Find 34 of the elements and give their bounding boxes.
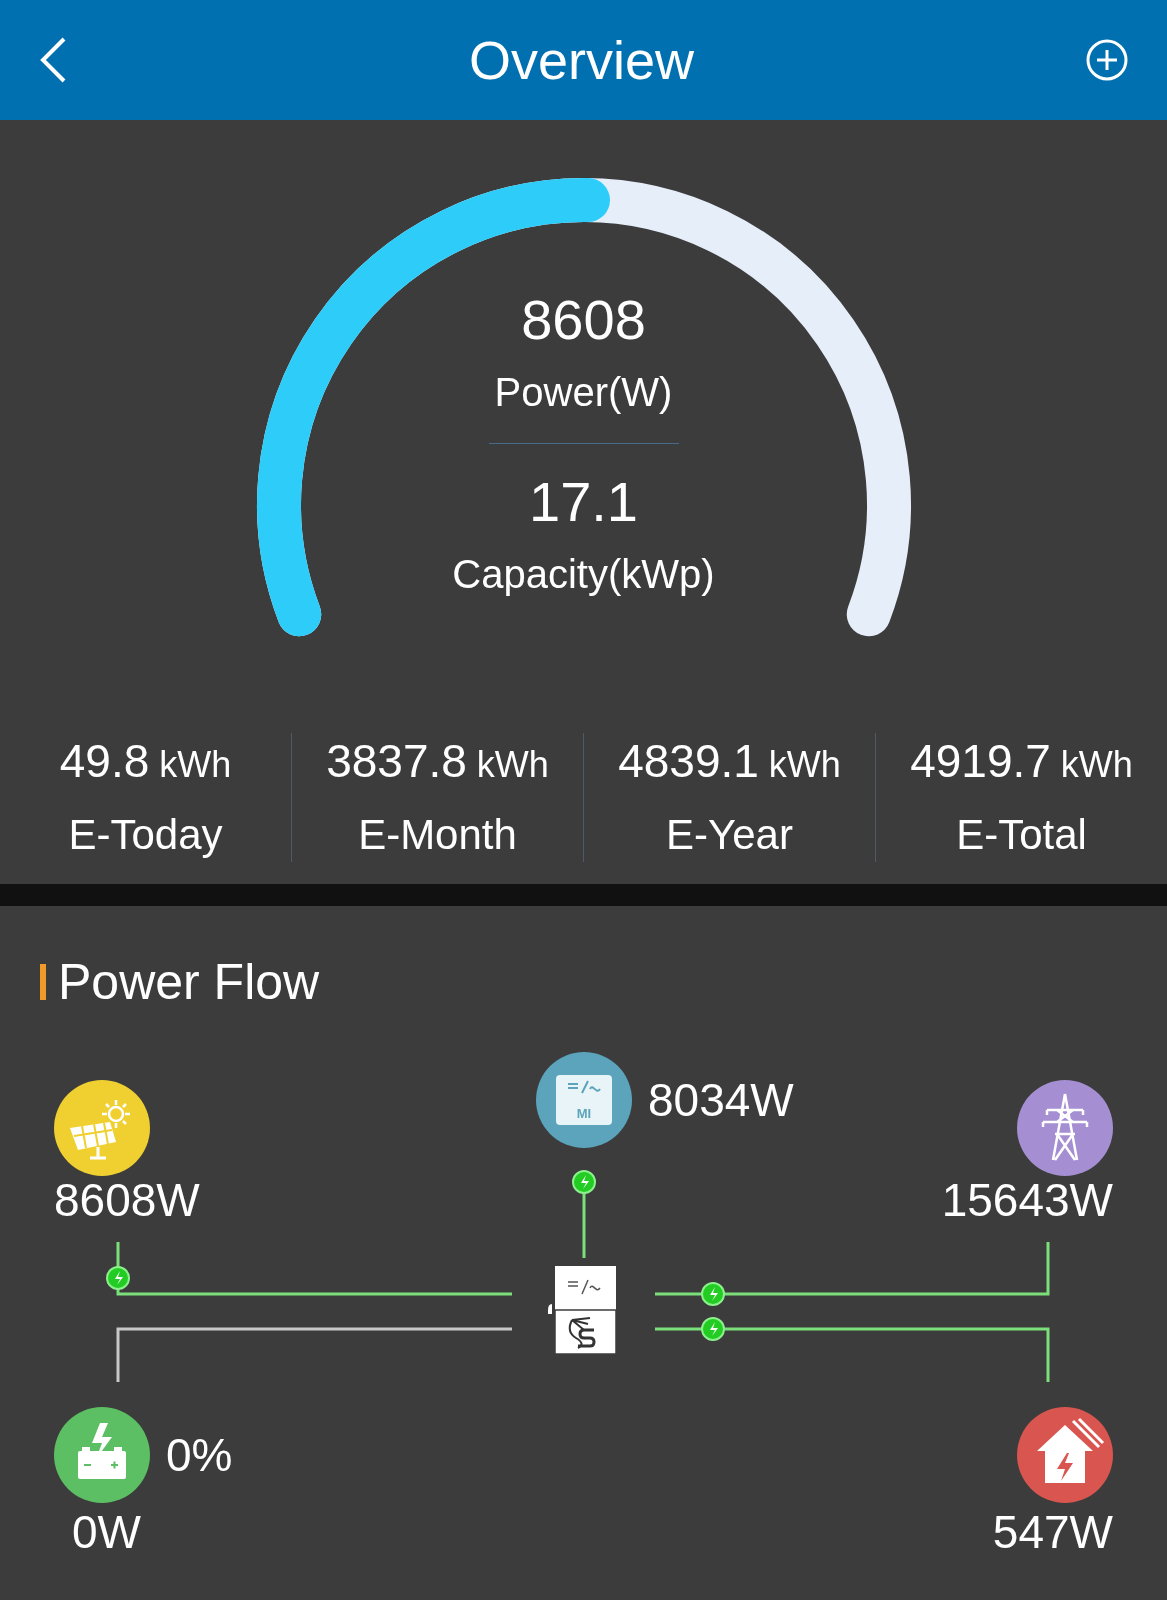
solar-panel-icon [54,1080,150,1176]
section-title: Power Flow [58,954,320,1010]
power-value: 8608 [521,287,646,353]
title-accent [40,964,46,1000]
power-reading: 8608W [54,1174,200,1226]
power-label: Power(W) [494,369,673,416]
add-button[interactable] [1085,38,1129,82]
power-reading: 8034W [648,1074,794,1126]
stat-label: E-Year [666,810,793,860]
battery-icon [54,1407,150,1503]
stat-unit: kWh [768,743,841,787]
stat-unit: kWh [159,743,232,787]
microinverter-label: MI [576,1107,592,1121]
hybrid-inverter-icon [548,1264,618,1356]
page-title: Overview [467,30,695,90]
power-reading: 15643W [940,1174,1113,1226]
stat-value: 3837.8 [326,734,467,789]
stat-label: E-Month [358,810,517,860]
capacity-label: Capacity(kWp) [452,551,715,598]
house-lightning-icon [1017,1407,1113,1503]
stat-value: 49.8 [59,734,150,789]
stat-value: 4919.7 [910,734,1051,789]
back-icon [38,36,68,84]
stat-label: E-Today [68,810,223,860]
add-icon [1085,38,1129,82]
capacity-value: 17.1 [529,470,638,534]
stat-label: E-Total [956,810,1087,860]
power-reading: 0W [72,1506,141,1558]
stat-unit: kWh [1060,743,1133,787]
stat-unit: kWh [476,743,549,787]
power-reading: 547W [991,1506,1113,1558]
stat-value: 4839.1 [618,734,759,789]
battery-percent: 0% [166,1429,233,1481]
power-tower-icon [1017,1080,1113,1176]
